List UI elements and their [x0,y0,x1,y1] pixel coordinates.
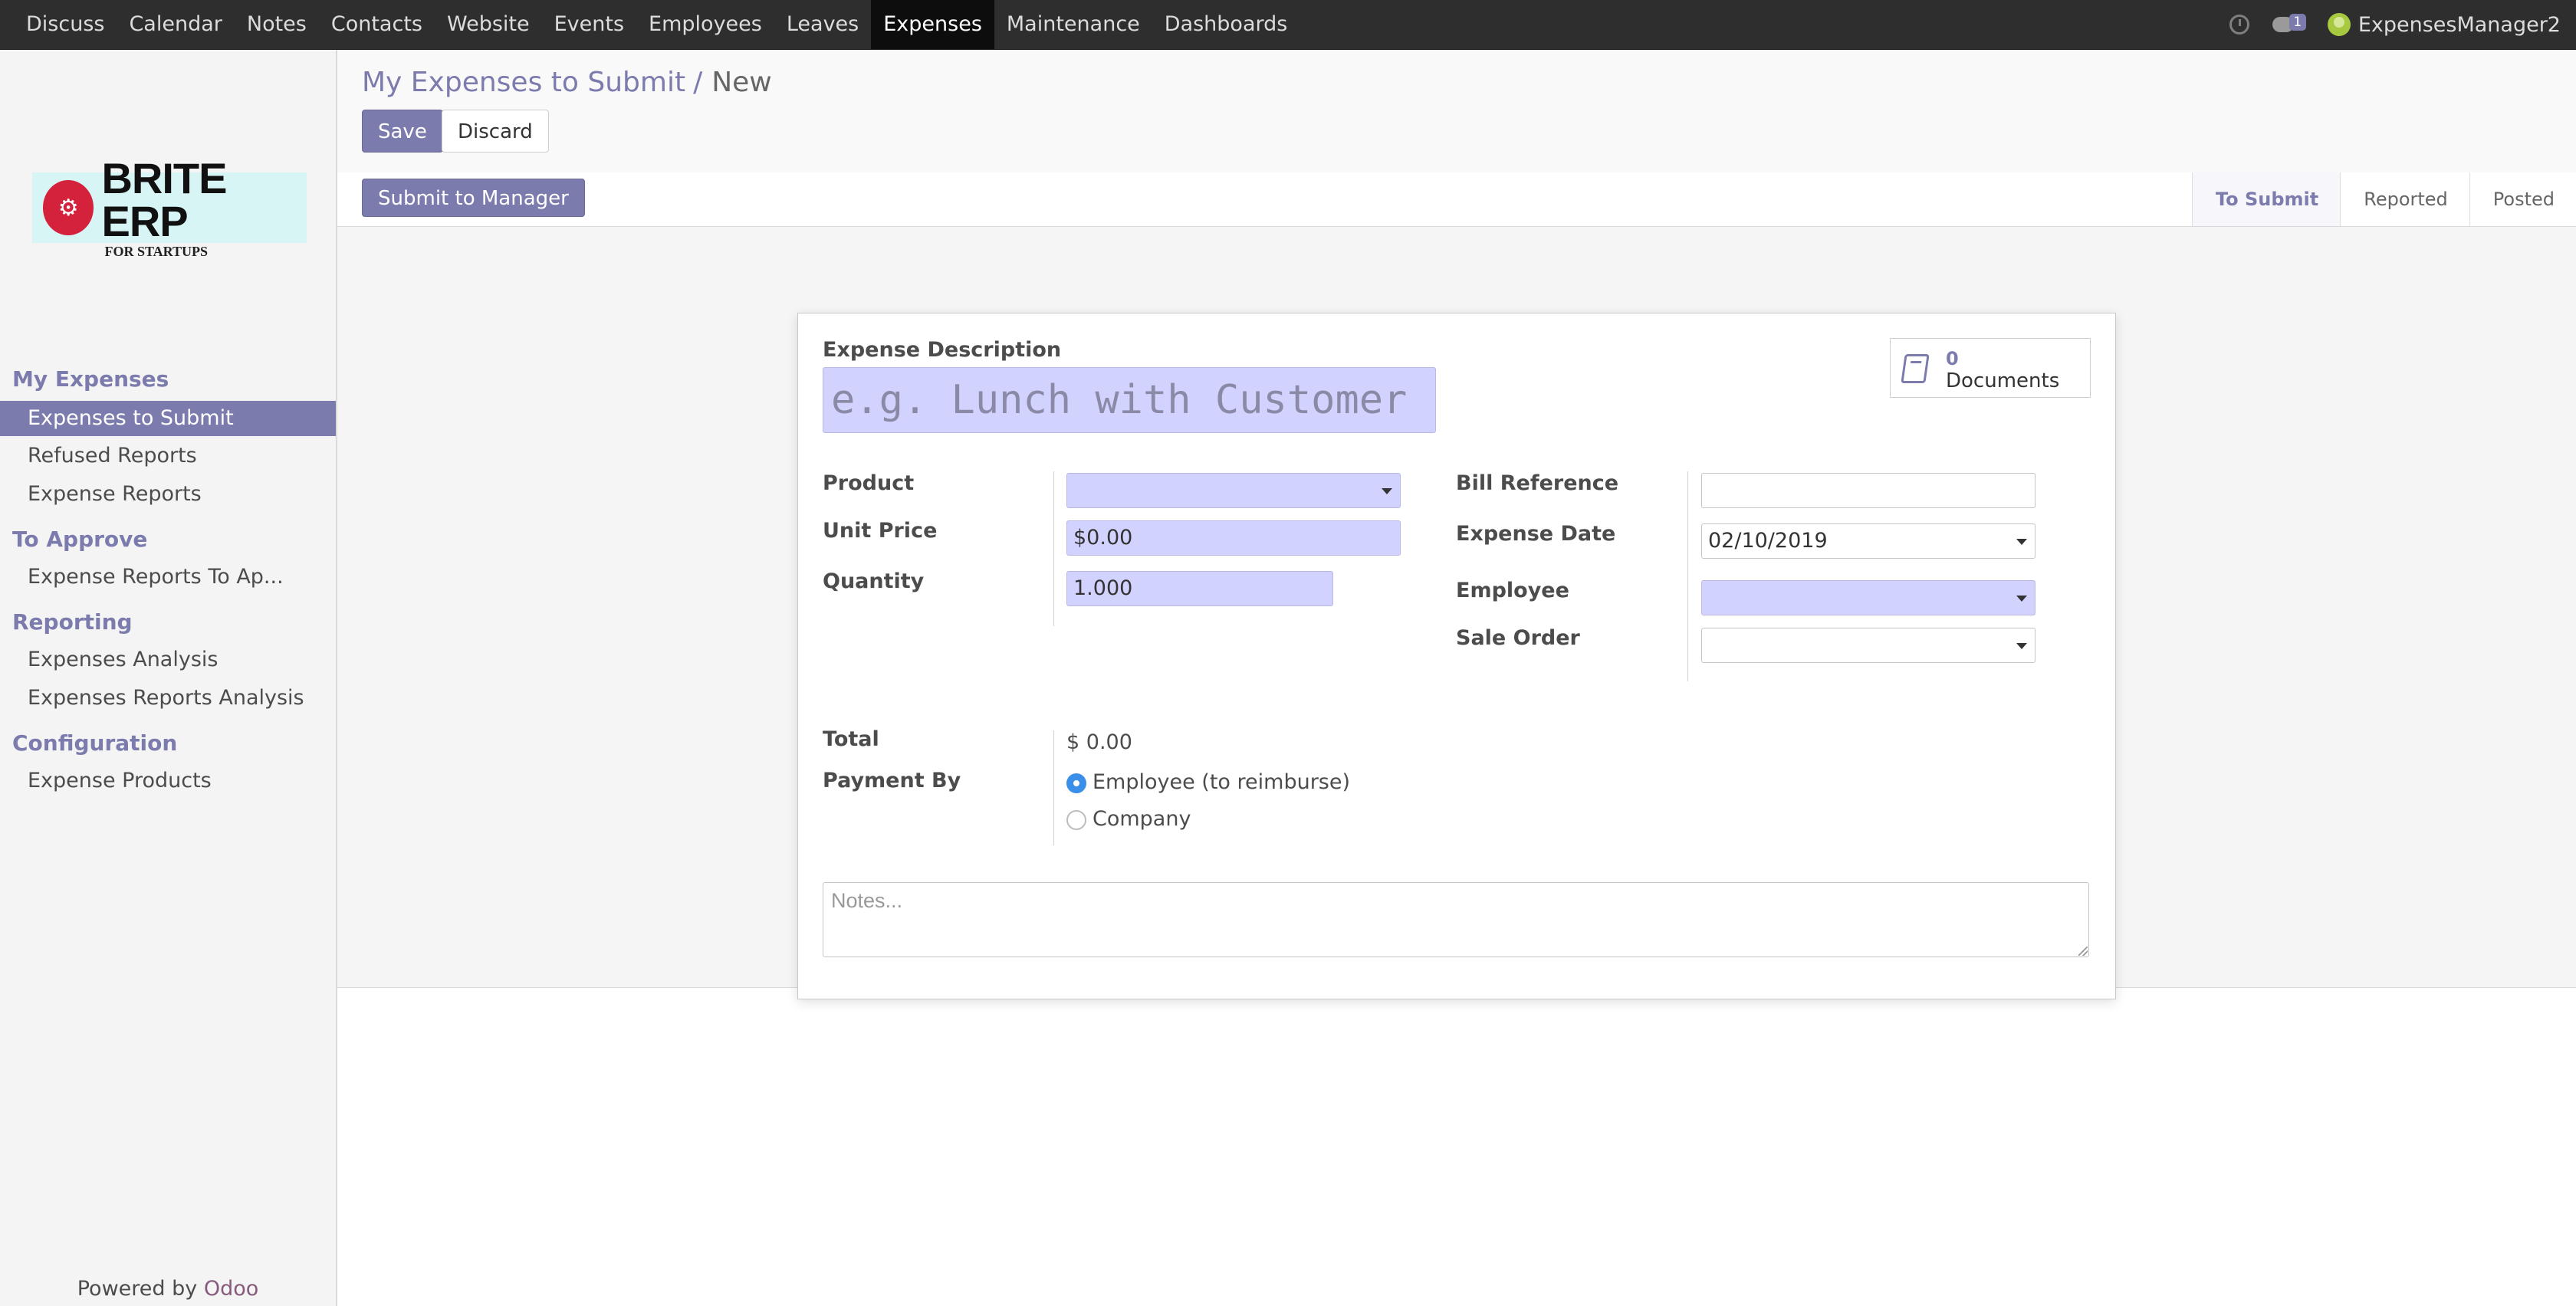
section-reporting[interactable]: Reporting [12,609,133,635]
notes-textarea[interactable] [823,882,2089,957]
documents-label: Documents [1946,369,2060,392]
powered-by: Powered by Odoo [77,1277,259,1301]
expense-date-label: Expense Date [1456,522,1616,546]
quantity-label: Quantity [823,569,925,593]
odoo-link[interactable]: Odoo [204,1277,258,1301]
chevron-down-icon [2016,596,2027,602]
breadcrumb-current: New [711,67,772,98]
stage-posted[interactable]: Posted [2469,172,2576,226]
sidebar-item-expense-products[interactable]: Expense Products [0,763,336,799]
payment-group-separator [1053,730,1054,845]
stage-to-submit[interactable]: To Submit [2191,172,2341,226]
breadcrumb: My Expenses to Submit / New [362,67,772,98]
left-group-separator [1053,471,1054,626]
app-menu: Discuss Calendar Notes Contacts Website … [14,0,1300,49]
product-label: Product [823,471,915,495]
payment-company-label[interactable]: Company [1092,807,1191,831]
sidebar-item-expense-reports[interactable]: Expense Reports [0,477,336,512]
unit-price-label: Unit Price [823,519,938,543]
sidebar-item-expense-reports-to-approve[interactable]: Expense Reports To Ap... [0,559,336,595]
form-background: Expense Description 0 Documents Product … [337,227,2576,999]
breadcrumb-separator: / [693,67,703,98]
sidebar-item-expenses-analysis[interactable]: Expenses Analysis [0,642,336,678]
expense-form-sheet: Expense Description 0 Documents Product … [797,313,2116,999]
menu-contacts[interactable]: Contacts [319,0,435,49]
total-value: $ 0.00 [1066,730,1132,754]
book-icon [1901,354,1930,383]
employee-label: Employee [1456,579,1569,602]
top-navbar: Discuss Calendar Notes Contacts Website … [0,0,2576,50]
payment-employee-label[interactable]: Employee (to reimburse) [1092,770,1350,794]
user-avatar [2327,13,2351,36]
employee-select[interactable] [1701,580,2036,615]
main-content: My Expenses to Submit / New Save Discard S… [337,50,2576,1306]
menu-calendar[interactable]: Calendar [117,0,234,49]
save-button[interactable]: Save [362,110,443,153]
stage-pipeline: To Submit Reported Posted [2191,172,2576,226]
logo-gear-icon: ⚙ [43,180,94,235]
menu-leaves[interactable]: Leaves [774,0,871,49]
sidebar: ⚙ BRITE ERP FOR STARTUPS My Expenses Exp… [0,50,337,1306]
menu-notes[interactable]: Notes [235,0,319,49]
menu-expenses[interactable]: Expenses [871,0,994,49]
bill-reference-label: Bill Reference [1456,471,1619,495]
menu-dashboards[interactable]: Dashboards [1152,0,1300,49]
menu-events[interactable]: Events [542,0,636,49]
total-label: Total [823,727,879,751]
sale-order-select[interactable] [1701,628,2036,663]
user-name: ExpensesManager2 [2358,12,2561,37]
section-configuration[interactable]: Configuration [12,730,177,756]
sidebar-item-expenses-to-submit[interactable]: Expenses to Submit [0,401,336,436]
sidebar-item-refused-reports[interactable]: Refused Reports [0,438,336,474]
stage-reported[interactable]: Reported [2340,172,2469,226]
company-logo: ⚙ BRITE ERP FOR STARTUPS [32,157,307,258]
logo-title: BRITE ERP [101,154,227,245]
systray: 1 ExpensesManager2 [2229,0,2561,49]
expense-description-label: Expense Description [823,338,1062,362]
breadcrumb-parent[interactable]: My Expenses to Submit [362,67,685,98]
discard-button[interactable]: Discard [442,110,549,153]
menu-website[interactable]: Website [435,0,542,49]
payment-by-label: Payment By [823,769,961,792]
payment-company-radio[interactable] [1066,810,1086,830]
section-my-expenses[interactable]: My Expenses [12,366,169,392]
form-statusbar: Submit to Manager To Submit Reported Pos… [337,172,2576,227]
bill-reference-input[interactable] [1701,473,2036,508]
messaging-button[interactable]: 1 [2272,12,2308,37]
activity-clock-icon[interactable] [2229,15,2249,34]
quantity-input[interactable]: 1.000 [1066,571,1333,606]
unit-price-input[interactable]: $0.00 [1066,520,1401,556]
control-panel: My Expenses to Submit / New Save Discard [337,50,2576,173]
menu-discuss[interactable]: Discuss [14,0,117,49]
documents-count: 0 [1946,348,1959,369]
product-select[interactable] [1066,473,1401,508]
submit-to-manager-button[interactable]: Submit to Manager [362,179,585,217]
chevron-down-icon [2016,539,2027,545]
resize-grip-icon[interactable] [2078,947,2088,956]
message-count-badge: 1 [2288,14,2306,31]
sidebar-item-expenses-reports-analysis[interactable]: Expenses Reports Analysis [0,681,336,716]
section-to-approve[interactable]: To Approve [12,527,147,552]
expense-description-input[interactable] [823,367,1436,433]
menu-maintenance[interactable]: Maintenance [994,0,1152,49]
expense-date-picker[interactable]: 02/10/2019 [1701,523,2036,559]
chevron-down-icon [1382,488,1392,494]
sale-order-label: Sale Order [1456,626,1580,650]
documents-smart-button[interactable]: 0 Documents [1890,338,2091,398]
logo-subtitle: FOR STARTUPS [104,244,209,259]
chevron-down-icon [2016,643,2027,649]
user-menu[interactable]: ExpensesManager2 [2327,12,2561,37]
payment-employee-radio[interactable] [1066,773,1086,793]
menu-employees[interactable]: Employees [636,0,774,49]
right-group-separator [1687,471,1688,681]
